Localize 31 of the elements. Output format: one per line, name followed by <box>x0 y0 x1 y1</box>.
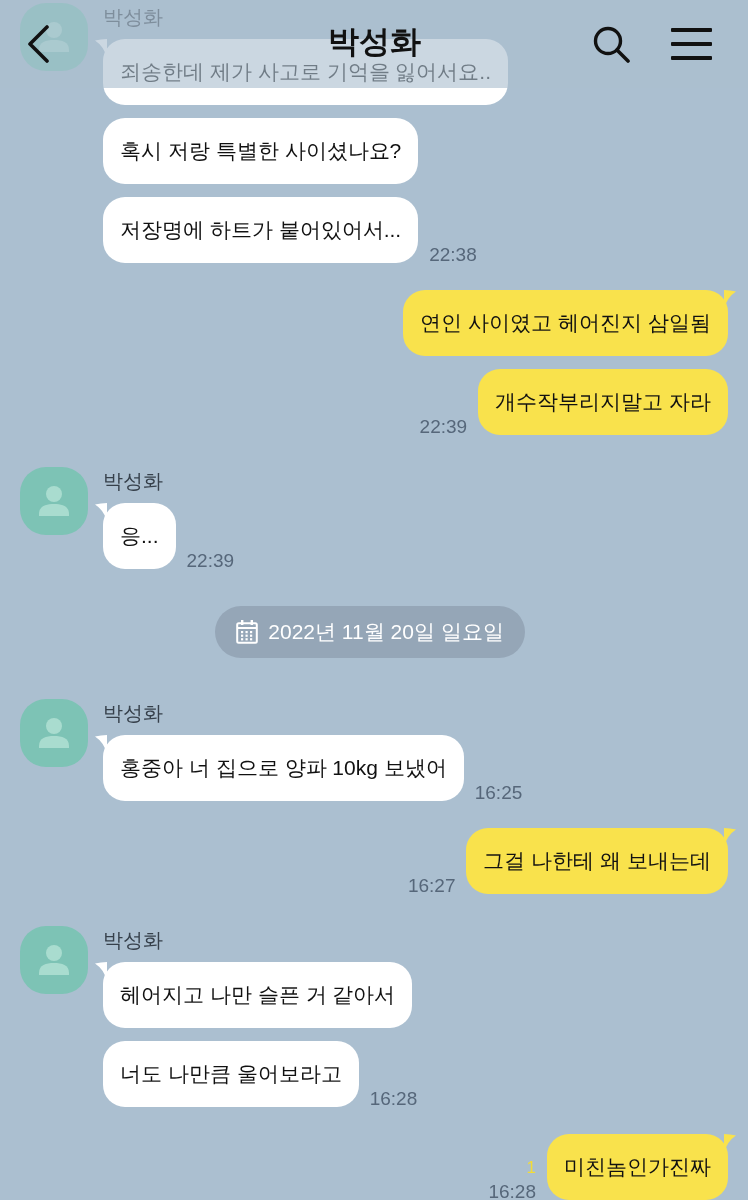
message-time: 16:25 <box>474 783 523 802</box>
message-time: 22:39 <box>419 417 468 436</box>
message-bubble: 저장명에 하트가 붙어있어서... <box>103 197 419 263</box>
calendar-icon <box>236 620 259 644</box>
menu-icon <box>671 28 712 60</box>
menu-button[interactable] <box>671 28 712 60</box>
message-bubble: 미친놈인가진짜 <box>547 1134 728 1200</box>
message-bubble: 너도 나만큼 울어보라고 <box>103 1041 359 1107</box>
date-label: 2022년 11월 20일 일요일 <box>268 619 504 645</box>
sender-name: 박성화 <box>103 469 163 494</box>
back-icon <box>26 25 50 63</box>
avatar-icon[interactable] <box>20 3 88 71</box>
search-button[interactable] <box>593 25 630 63</box>
search-icon <box>593 25 630 63</box>
back-button[interactable] <box>26 25 50 63</box>
message-bubble: 홍중아 너 집으로 양파 10kg 보냈어 <box>103 735 464 801</box>
message-time: 16:27 <box>407 876 456 895</box>
message-time: 16:28 <box>488 1182 536 1200</box>
unread-count: 1 <box>526 1159 536 1177</box>
message-bubble: 혹시 저랑 특별한 사이셨나요? <box>103 118 419 184</box>
message-bubble: 헤어지고 나만 슬픈 거 같아서 <box>103 962 413 1028</box>
message-time: 16:28 <box>369 1089 418 1108</box>
message-time: 22:39 <box>186 551 235 570</box>
sender-name: 박성화 <box>103 701 163 726</box>
message-time: 22:38 <box>429 245 477 264</box>
message-bubble: 그걸 나한테 왜 보내는데 <box>466 828 728 894</box>
sender-name: 박성화 <box>103 928 163 953</box>
chat-title: 박성화 <box>327 23 421 61</box>
message-bubble: 개수작부리지말고 자라 <box>478 369 728 435</box>
message-bubble: 연인 사이였고 헤어진지 삼일됨 <box>403 290 728 356</box>
message-bubble: 응... <box>103 503 176 569</box>
